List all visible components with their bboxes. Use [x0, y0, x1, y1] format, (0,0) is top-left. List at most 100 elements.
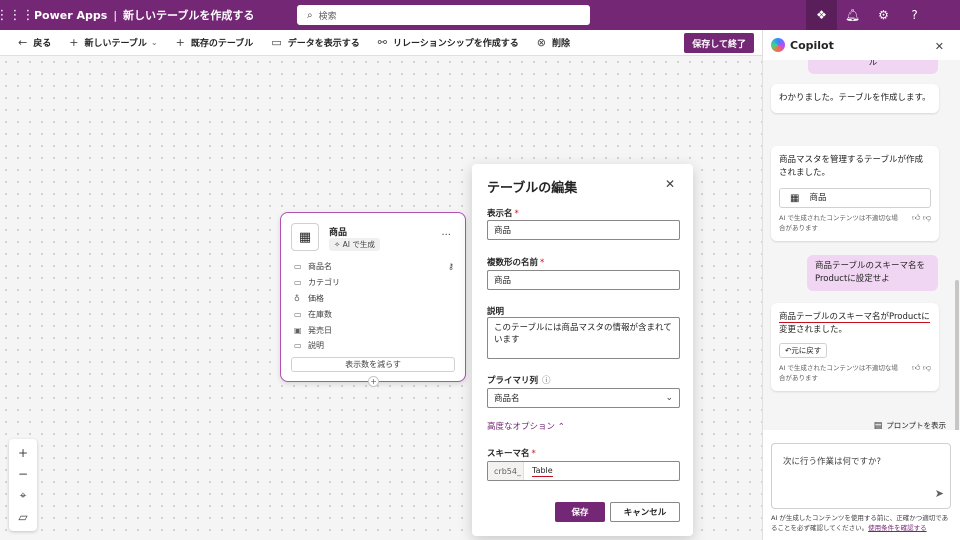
create-relationship-button[interactable]: ⚯ リレーションシップを作成する [378, 36, 519, 49]
send-icon[interactable]: ➤ [935, 487, 944, 500]
column-label: 説明 [308, 341, 324, 351]
message-text: 商品テーブルのスキーマ名がProductに 変更されました。 [779, 311, 931, 337]
message-text: ル [868, 60, 878, 68]
user-message: ル [808, 60, 938, 74]
close-icon[interactable]: ✕ [935, 40, 944, 53]
waffle-icon[interactable]: ⋮⋮⋮ [0, 0, 35, 30]
column-list: ▭ 商品名 ⚷ ▭ カテゴリ ♁ 価格 ▭ 在庫数 ▣ 発売日 ▭ 説明 [294, 259, 454, 354]
ai-generated-badge: ✧ AI で生成 [329, 238, 380, 251]
table-icon: ▦ [790, 192, 800, 204]
edit-table-panel: テーブルの編集 ✕ 表示名 * 商品 複数形の名前 * 商品 説明 このテーブルには… [472, 164, 693, 536]
user-message: 商品テーブルのスキーマ名をProductに設定せよ [807, 255, 938, 291]
message-text-rest: 変更されました。 [779, 325, 848, 335]
copilot-footer: AI が生成したコンテンツを使用する前に、正確かつ適切であることを必ず確認してく… [771, 513, 953, 533]
info-icon[interactable]: ⓘ [542, 376, 551, 386]
copilot-header: Copilot [771, 38, 834, 52]
primary-column-select[interactable]: 商品名 ⌄ [487, 388, 680, 408]
search-input[interactable]: ⌕ 検索 [297, 5, 590, 25]
column-row[interactable]: ♁ 価格 [294, 291, 454, 307]
copilot-input[interactable]: 次に行う作業は何ですか? ➤ [771, 443, 951, 509]
chat-scrollbar[interactable] [955, 280, 959, 430]
table-chip[interactable]: ▦ 商品 [779, 188, 931, 208]
app-name[interactable]: Power Apps [34, 9, 107, 22]
required-mark: * [531, 449, 536, 459]
chat-history[interactable]: ル わかりました。テーブルを作成します。 商品マスタを管理するテーブルが作成され… [763, 60, 960, 430]
column-row[interactable]: ▭ カテゴリ [294, 275, 454, 291]
show-data-button[interactable]: ▭ データを表示する [271, 36, 359, 49]
schema-name-label: スキーマ名 * [487, 447, 536, 459]
display-name-label-text: 表示名 [487, 209, 513, 219]
currency-icon: ♁ [294, 293, 300, 303]
plus-icon: + [69, 36, 79, 49]
description-field[interactable]: このテーブルには商品マスタの情報が含まれています [487, 317, 680, 359]
ai-badge-label: AI で生成 [342, 240, 375, 249]
column-row[interactable]: ▭ 説明 [294, 338, 454, 354]
panel-title: テーブルの編集 [487, 181, 578, 196]
copilot-icon[interactable]: ❖ [806, 0, 837, 30]
zoom-in-icon[interactable]: + [18, 446, 28, 460]
column-row[interactable]: ▭ 商品名 ⚷ [294, 259, 454, 275]
table-card[interactable]: ▦ 商品 ✧ AI で生成 ... ▭ 商品名 ⚷ ▭ カテゴリ ♁ 価格 ▭ 在庫数 ▣… [280, 212, 466, 387]
ai-disclaimer: AI で生成されたコンテンツは不適切な場合があります 👍︎ 👎︎ [779, 213, 931, 233]
chevron-down-icon: ⌄ [150, 38, 158, 47]
message-text: わかりました。テーブルを作成します。 [779, 93, 931, 103]
display-name-label: 表示名 * [487, 207, 519, 219]
add-relationship-icon[interactable]: + [368, 376, 379, 387]
show-prompts-button[interactable]: ▤ プロンプトを表示 [874, 420, 946, 431]
gear-icon[interactable]: ⚙ [868, 0, 899, 30]
close-icon[interactable]: ✕ [665, 177, 675, 191]
column-row[interactable]: ▣ 発売日 [294, 322, 454, 338]
top-bar: ⋮⋮⋮ Power Apps | 新しいテーブルを作成する ⌕ 検索 ❖ 🔔︎ ⚙ … [0, 0, 960, 30]
save-button[interactable]: 保存 [555, 502, 605, 522]
primary-column-label-text: プライマリ列 [487, 376, 539, 386]
search-placeholder: 検索 [318, 11, 337, 22]
message-text: 商品マスタを管理するテーブルが作成されました。 [779, 155, 923, 178]
table-view-icon: ▭ [271, 36, 282, 49]
fit-view-icon[interactable]: ⌖ [20, 488, 27, 503]
advanced-options-label: 高度なオプション [487, 422, 556, 432]
save-exit-button[interactable]: 保存して終了 [684, 33, 754, 53]
schema-name-field[interactable]: crb54_ Table [487, 461, 680, 481]
copilot-panel: Copilot ✕ ル わかりました。テーブルを作成します。 商品マスタを管理す… [762, 30, 960, 540]
text-icon: ▭ [294, 262, 302, 272]
feedback-icons[interactable]: 👍︎ 👎︎ [912, 213, 931, 223]
message-text: 商品テーブルのスキーマ名をProductに設定せよ [815, 261, 925, 284]
cancel-button[interactable]: キャンセル [610, 502, 680, 522]
existing-table-label: 既存のテーブル [190, 39, 254, 49]
new-table-button[interactable]: + 新しいテーブル ⌄ [69, 36, 157, 49]
delete-label: 削除 [552, 39, 571, 49]
schema-name-label-text: スキーマ名 [487, 449, 530, 459]
existing-table-button[interactable]: + 既存のテーブル [176, 36, 254, 49]
feedback-icons[interactable]: 👍︎ 👎︎ [912, 363, 931, 373]
header-icons: ❖ 🔔︎ ⚙ ? [806, 0, 930, 30]
bell-icon[interactable]: 🔔︎ [837, 0, 868, 30]
delete-icon: ⊗ [536, 36, 546, 49]
schema-value-text: Table [532, 465, 553, 477]
help-icon[interactable]: ? [899, 0, 930, 30]
chevron-up-icon: ⌃ [557, 422, 565, 432]
show-less-button[interactable]: 表示数を減らす [291, 357, 455, 372]
delete-button[interactable]: ⊗ 削除 [537, 36, 570, 49]
zoom-out-icon[interactable]: − [18, 467, 28, 481]
terms-link[interactable]: 使用条件を確認する [868, 524, 927, 532]
command-bar: ← 戻る + 新しいテーブル ⌄ + 既存のテーブル ▭ データを表示する ⚯ リレーション… [0, 30, 762, 56]
table-card-title: 商品 [329, 228, 348, 238]
bot-message: 商品マスタを管理するテーブルが作成されました。 ▦ 商品 AI で生成されたコンテ… [771, 146, 939, 241]
arrow-left-icon: ← [18, 36, 28, 49]
schema-value[interactable]: Table [524, 462, 553, 480]
relationship-icon: ⚯ [377, 36, 387, 49]
more-options-icon[interactable]: ... [441, 227, 451, 238]
column-label: 商品名 [308, 262, 332, 272]
primary-column-label: プライマリ列 ⓘ [487, 374, 551, 386]
text-icon: ▭ [294, 341, 302, 351]
plural-name-field[interactable]: 商品 [487, 270, 680, 290]
canvas-controls: + − ⌖ ▱ [9, 439, 37, 531]
prompt-icon: ▤ [873, 420, 883, 431]
display-name-field[interactable]: 商品 [487, 220, 680, 240]
advanced-options-toggle[interactable]: 高度なオプション ⌃ [487, 420, 565, 432]
map-icon[interactable]: ▱ [18, 510, 27, 524]
ai-note-text: AI で生成されたコンテンツは不適切な場合があります [779, 364, 898, 382]
column-row[interactable]: ▭ 在庫数 [294, 306, 454, 322]
back-button[interactable]: ← 戻る [18, 36, 51, 49]
undo-button[interactable]: ↶ 元に戻す [779, 343, 828, 358]
